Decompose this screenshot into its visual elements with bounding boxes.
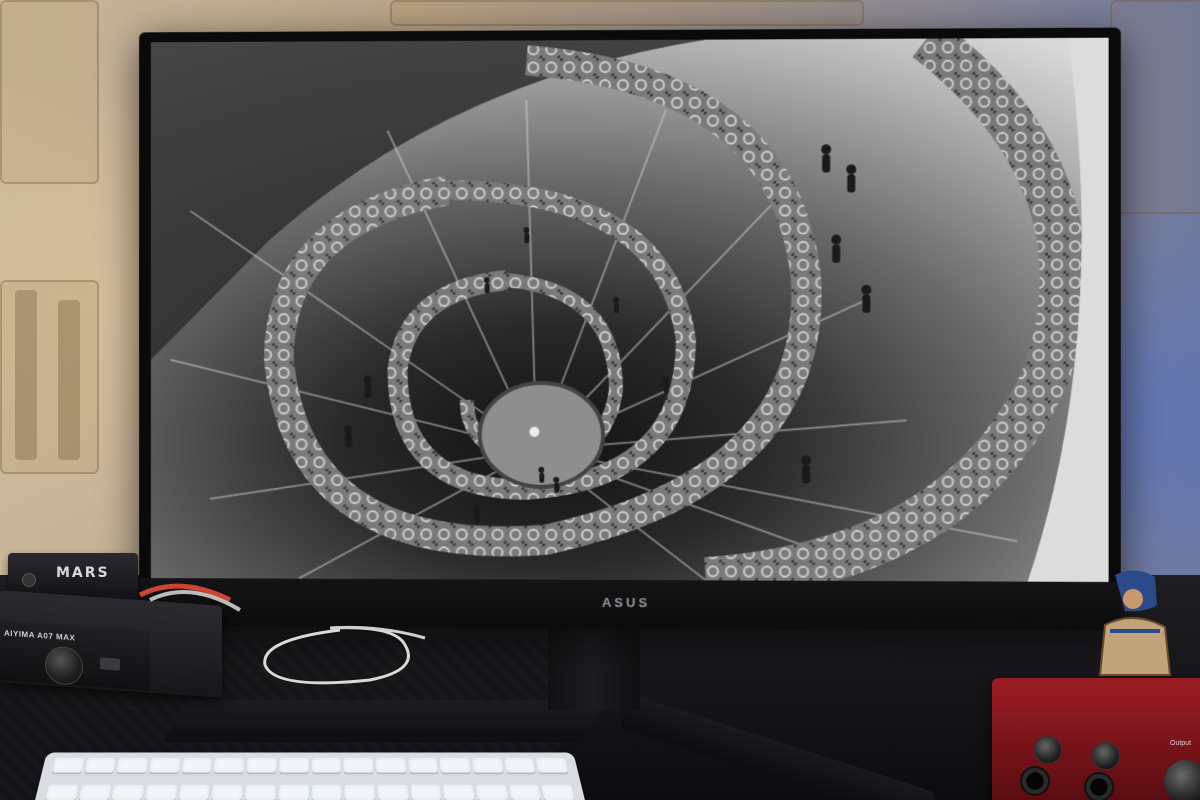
key[interactable] <box>78 784 112 800</box>
spiral-staircase-image <box>150 37 1109 582</box>
power-led-icon <box>22 573 36 587</box>
keyboard-keys <box>43 757 577 800</box>
monitor: ASUS <box>139 27 1121 631</box>
key[interactable] <box>149 757 181 773</box>
key[interactable] <box>471 757 504 773</box>
key[interactable] <box>439 757 471 773</box>
monitor-stand-neck <box>548 620 640 710</box>
output-label: Output <box>1170 740 1192 747</box>
key[interactable] <box>311 784 342 800</box>
key[interactable] <box>279 757 309 773</box>
key[interactable] <box>344 784 376 800</box>
key[interactable] <box>145 784 178 800</box>
key[interactable] <box>375 757 406 773</box>
wallpaper-motif-left-top <box>0 0 99 184</box>
desk-setup-scene: ASUS MARS AIYIMA A07 MAX Output <box>0 0 1200 800</box>
amplifier-input-button[interactable] <box>100 657 120 671</box>
wallpaper-column <box>58 300 80 460</box>
dac-brand-label: MARS <box>56 565 110 581</box>
monitor-screen <box>150 37 1109 582</box>
wallpaper-motif-right-top <box>1110 0 1200 214</box>
key[interactable] <box>84 757 117 773</box>
key[interactable] <box>45 784 79 800</box>
wallpaper-motif-top-strip <box>390 0 864 26</box>
key[interactable] <box>343 757 374 773</box>
key[interactable] <box>278 784 309 800</box>
key[interactable] <box>116 757 149 773</box>
key[interactable] <box>508 784 542 800</box>
key[interactable] <box>311 757 341 773</box>
key[interactable] <box>111 784 145 800</box>
key[interactable] <box>442 784 475 800</box>
audio-interface: Output <box>992 678 1200 800</box>
key[interactable] <box>178 784 211 800</box>
key[interactable] <box>214 757 245 773</box>
monitor-brand-logo: ASUS <box>601 594 651 611</box>
input-jack-2[interactable] <box>1084 772 1114 800</box>
gain-knob-1[interactable] <box>1034 736 1062 764</box>
key[interactable] <box>181 757 213 773</box>
wallpaper-column <box>15 290 37 460</box>
key[interactable] <box>407 757 439 773</box>
amplifier-device: AIYIMA A07 MAX <box>0 590 222 698</box>
output-knob[interactable] <box>1164 760 1200 800</box>
key[interactable] <box>409 784 442 800</box>
key[interactable] <box>246 757 277 773</box>
key[interactable] <box>51 757 85 773</box>
key[interactable] <box>244 784 276 800</box>
key[interactable] <box>475 784 509 800</box>
key[interactable] <box>541 784 575 800</box>
mechanical-keyboard[interactable] <box>32 752 588 800</box>
input-jack-1[interactable] <box>1020 766 1050 796</box>
key[interactable] <box>377 784 409 800</box>
pharaoh-wallpaper-art <box>1098 570 1172 676</box>
monitor-bottom-bezel: ASUS <box>139 577 1121 631</box>
monitor-stand-foot-left <box>162 700 608 742</box>
gain-knob-2[interactable] <box>1092 742 1120 770</box>
key[interactable] <box>535 757 569 773</box>
key[interactable] <box>211 784 243 800</box>
key[interactable] <box>503 757 536 773</box>
